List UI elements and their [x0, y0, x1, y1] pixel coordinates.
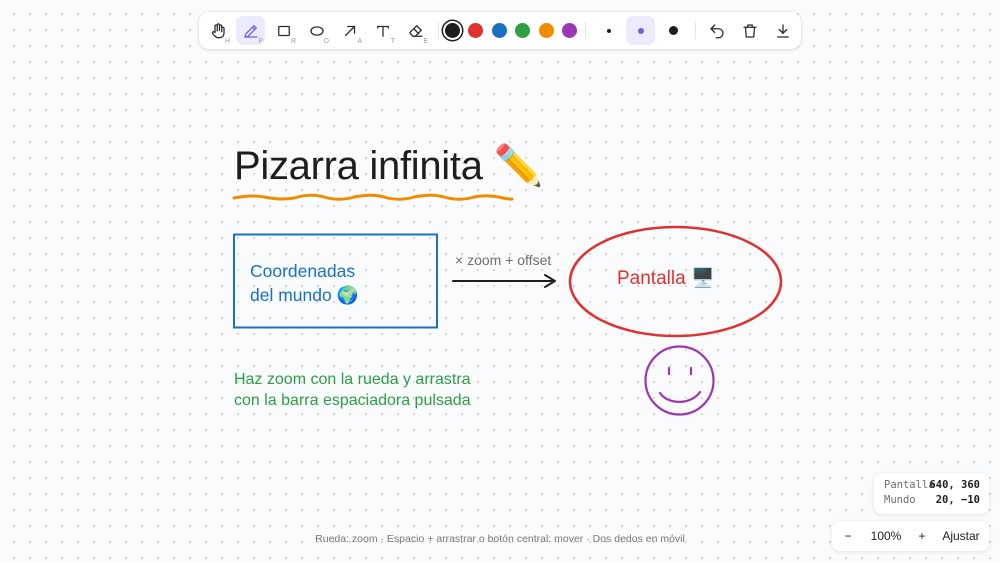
undo-icon	[709, 23, 724, 38]
download-icon	[776, 23, 789, 38]
eraser-tool-button[interactable]: E	[401, 16, 430, 45]
eraser-tool-shortcut: E	[423, 38, 428, 45]
text-tool-button[interactable]: T	[368, 16, 397, 45]
toolbar-divider	[585, 22, 586, 39]
title-underline-stroke[interactable]	[232, 193, 514, 201]
instructions-note[interactable]: Haz zoom con la rueda y arrastra con la …	[234, 369, 534, 411]
arrow-icon	[344, 25, 355, 36]
smiley-face-drawing[interactable]	[644, 345, 715, 416]
clear-button[interactable]	[735, 16, 764, 45]
stroke-size-large-icon	[669, 26, 678, 35]
rectangle-icon	[277, 25, 290, 36]
screen-coordinates-value: 640, 360	[929, 479, 980, 491]
coordinates-readout: Pantalla 640, 360 Mundo 20, −10	[874, 473, 989, 514]
world-coordinates-label: Mundo	[884, 494, 916, 506]
color-swatch-red[interactable]	[468, 23, 483, 38]
world-coordinates-label[interactable]: Coordenadas del mundo 🌍	[250, 259, 420, 307]
screen-coordinates-label: Pantalla	[884, 479, 935, 491]
world-coordinates-value: 20, −10	[935, 494, 980, 506]
world-coordinates-row: Mundo 20, −10	[884, 493, 980, 508]
ellipse-icon	[309, 25, 324, 36]
color-swatch-black[interactable]	[445, 23, 460, 38]
screen-coordinates-row: Pantalla 640, 360	[884, 478, 980, 493]
whiteboard-canvas[interactable]	[0, 0, 1000, 563]
trash-icon	[742, 23, 757, 38]
pencil-tool-button[interactable]: P	[236, 16, 265, 45]
controls-hint: Rueda: zoom · Espacio + arrastrar o botó…	[315, 533, 685, 545]
color-swatch-purple[interactable]	[562, 23, 577, 38]
toolbar-divider	[438, 22, 439, 39]
text-icon	[376, 25, 389, 37]
text-tool-shortcut: T	[390, 38, 395, 45]
undo-button[interactable]	[702, 16, 731, 45]
world-coordinates-label-line1: Coordenadas	[250, 261, 356, 281]
color-swatch-green[interactable]	[515, 23, 530, 38]
export-button[interactable]	[768, 16, 797, 45]
instructions-note-line2: con la barra espaciadora pulsada	[234, 392, 471, 409]
toolbar-divider	[695, 22, 696, 39]
main-toolbar: H P R O A T E	[199, 12, 801, 49]
rectangle-tool-button[interactable]: R	[269, 16, 298, 45]
hand-tool-shortcut: H	[224, 38, 230, 45]
arrow-label-text[interactable]: × zoom + offset	[455, 252, 551, 268]
color-swatch-orange[interactable]	[539, 23, 554, 38]
pencil-tool-shortcut: P	[258, 38, 263, 45]
stroke-size-large-button[interactable]	[659, 16, 688, 45]
hand-icon	[211, 22, 225, 38]
rectangle-tool-shortcut: R	[290, 38, 296, 45]
instructions-note-line1: Haz zoom con la rueda y arrastra	[234, 371, 471, 388]
ellipse-tool-button[interactable]: O	[302, 16, 331, 45]
arrow-tool-button[interactable]: A	[335, 16, 364, 45]
stroke-size-medium-button[interactable]	[626, 16, 655, 45]
world-coordinates-label-line2: del mundo 🌍	[250, 285, 359, 305]
screen-label-text[interactable]: Pantalla 🖥️	[617, 266, 715, 290]
stroke-size-medium-icon	[637, 27, 644, 34]
arrow-tool-shortcut: A	[357, 38, 362, 45]
stroke-size-small-button[interactable]	[594, 16, 623, 45]
stroke-size-small-icon	[606, 28, 611, 33]
eraser-icon	[408, 24, 423, 37]
board-title-text[interactable]: Pizarra infinita ✏️	[234, 142, 543, 189]
pencil-icon	[243, 24, 258, 38]
ellipse-tool-shortcut: O	[323, 38, 329, 45]
hand-tool-button[interactable]: H	[203, 16, 232, 45]
color-swatch-blue[interactable]	[492, 23, 507, 38]
